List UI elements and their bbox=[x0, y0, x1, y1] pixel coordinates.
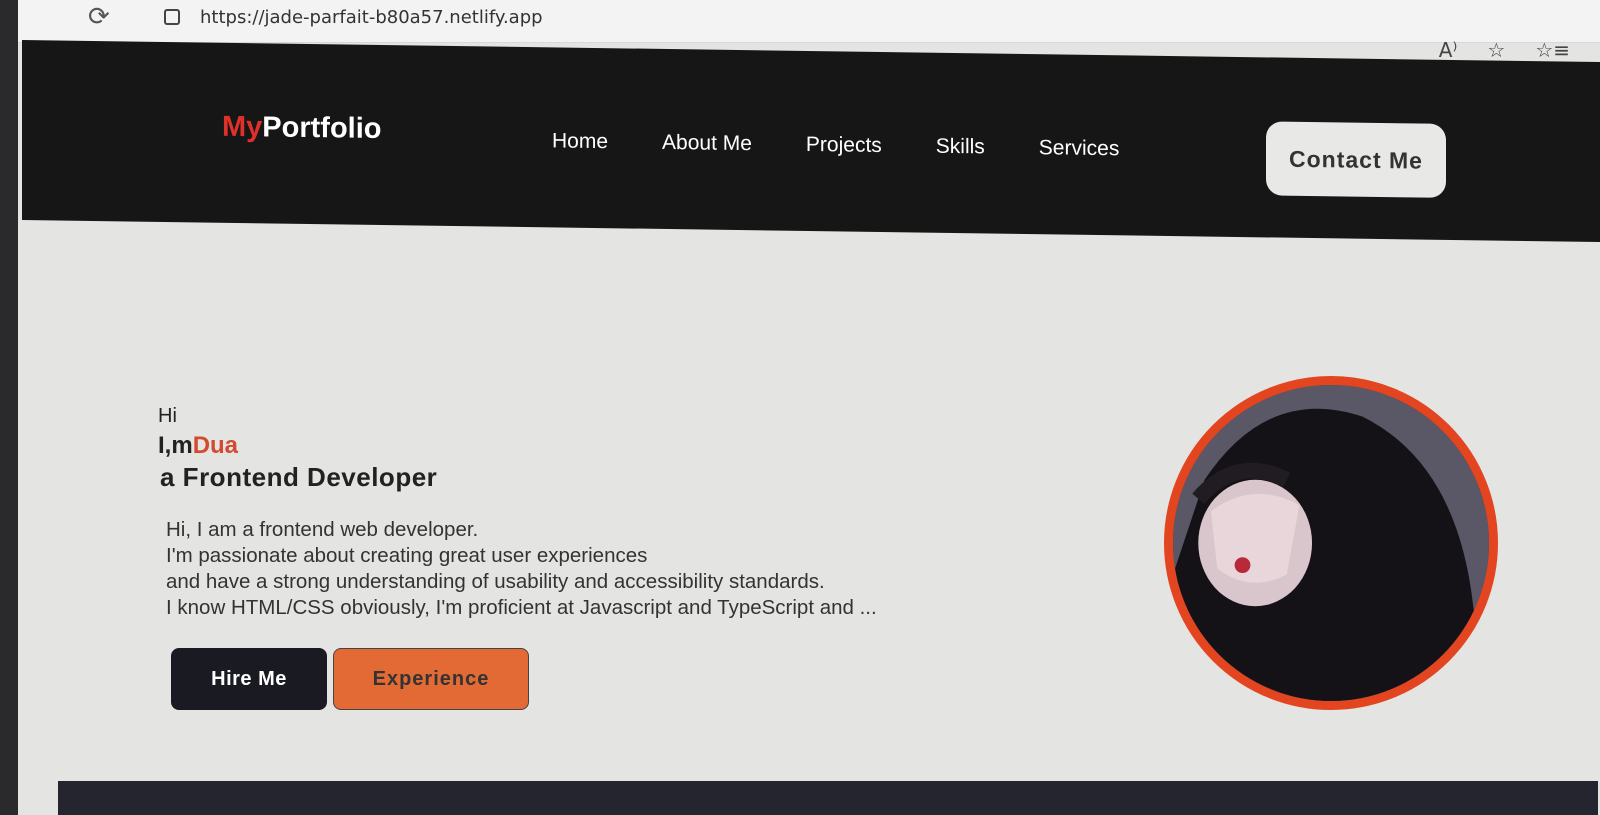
hire-me-button[interactable]: Hire Me bbox=[171, 648, 327, 710]
logo-text: Portfolio bbox=[262, 111, 382, 146]
description-line: I'm passionate about creating great user… bbox=[166, 544, 648, 567]
developer-name: Dua bbox=[192, 432, 239, 459]
nav-link-skills[interactable]: Skills bbox=[936, 135, 985, 160]
profile-photo bbox=[1164, 376, 1498, 710]
hero-section: Hi I,mDua a Frontend Developer Hi, I am … bbox=[158, 405, 877, 621]
experience-button[interactable]: Experience bbox=[333, 648, 529, 710]
reload-icon[interactable]: ⟳ bbox=[88, 2, 110, 32]
favorites-list-icon[interactable]: ☆≡ bbox=[1535, 38, 1570, 62]
site-navbar: MyPortfolio Home About Me Projects Skill… bbox=[22, 40, 1600, 243]
screen: ⟳ https://jade-parfait-b80a57.netlify.ap… bbox=[18, 0, 1600, 815]
intro-heading: I,mDua bbox=[158, 432, 877, 460]
logo-accent: My bbox=[222, 110, 263, 144]
next-section-strip bbox=[58, 781, 1598, 815]
hero-actions: Hire Me Experience bbox=[171, 648, 529, 710]
intro-prefix: I,m bbox=[158, 432, 193, 459]
description-line: I know HTML/CSS obviously, I'm proficien… bbox=[166, 596, 877, 619]
description-line: and have a strong understanding of usabi… bbox=[166, 570, 825, 593]
nav-link-services[interactable]: Services bbox=[1039, 136, 1120, 161]
site-logo[interactable]: MyPortfolio bbox=[222, 111, 382, 146]
browser-tools: A⁾ ☆ ☆≡ bbox=[1439, 38, 1570, 62]
greeting-text: Hi bbox=[158, 405, 177, 427]
nav-links: Home About Me Projects Skills Services bbox=[552, 129, 1173, 162]
contact-me-button[interactable]: Contact Me bbox=[1266, 121, 1446, 198]
site-info-icon[interactable] bbox=[164, 9, 180, 25]
nav-link-home[interactable]: Home bbox=[552, 129, 608, 154]
browser-address-bar: ⟳ https://jade-parfait-b80a57.netlify.ap… bbox=[18, 0, 1600, 43]
role-heading: a Frontend Developer bbox=[160, 462, 438, 492]
description-line: Hi, I am a frontend web developer. bbox=[166, 518, 479, 541]
address-url[interactable]: https://jade-parfait-b80a57.netlify.app bbox=[200, 7, 543, 28]
nav-link-projects[interactable]: Projects bbox=[806, 133, 882, 158]
read-aloud-icon[interactable]: A⁾ bbox=[1439, 38, 1458, 62]
hero-description: Hi, I am a frontend web developer. I'm p… bbox=[166, 517, 877, 621]
favorite-star-icon[interactable]: ☆ bbox=[1487, 38, 1505, 62]
nav-link-about-me[interactable]: About Me bbox=[662, 131, 752, 156]
profile-photo-art bbox=[1173, 385, 1489, 701]
